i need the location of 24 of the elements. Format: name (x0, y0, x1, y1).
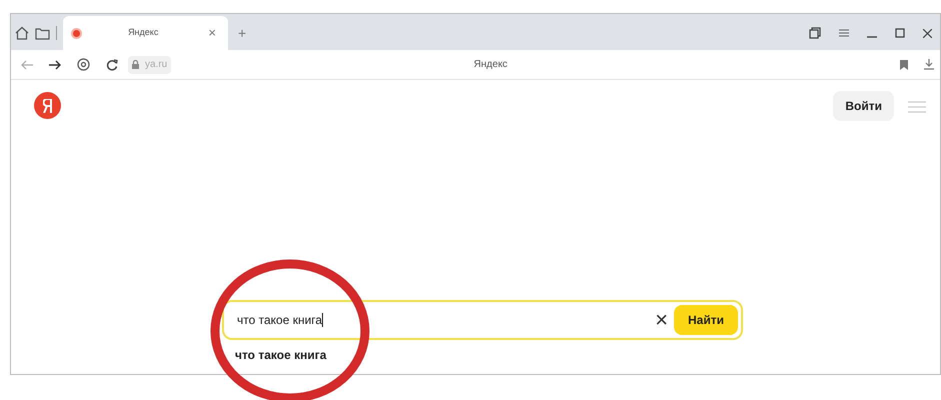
login-button[interactable]: Войти (833, 91, 894, 121)
folder-icon[interactable] (35, 26, 50, 40)
protect-icon[interactable] (77, 58, 90, 71)
browser-tab[interactable]: Яндекс × (63, 16, 228, 50)
lock-icon (132, 60, 139, 69)
search-button[interactable]: Найти (674, 305, 738, 335)
page-title: Яндекс (474, 58, 508, 72)
close-icon[interactable] (923, 28, 932, 38)
download-icon[interactable] (924, 59, 934, 70)
clear-button[interactable]: × (649, 309, 674, 331)
letter-mark-icon (43, 98, 52, 112)
suggestion-item[interactable]: что такое книга (235, 346, 743, 364)
search-field[interactable]: что такое книга × Найти (222, 300, 743, 340)
menu-icon[interactable] (839, 28, 849, 38)
tab-close-button[interactable]: × (204, 23, 220, 43)
tab-title: Яндекс (127, 26, 160, 40)
home-icon[interactable] (15, 26, 29, 40)
maximize-icon[interactable] (895, 28, 905, 38)
tabs-icon[interactable] (809, 27, 821, 39)
yandex-logo[interactable] (34, 92, 61, 119)
bookmark-icon[interactable] (900, 60, 908, 70)
favicon-icon (71, 28, 82, 38)
forward-arrow-icon[interactable] (49, 60, 61, 70)
reload-icon[interactable] (106, 58, 118, 70)
